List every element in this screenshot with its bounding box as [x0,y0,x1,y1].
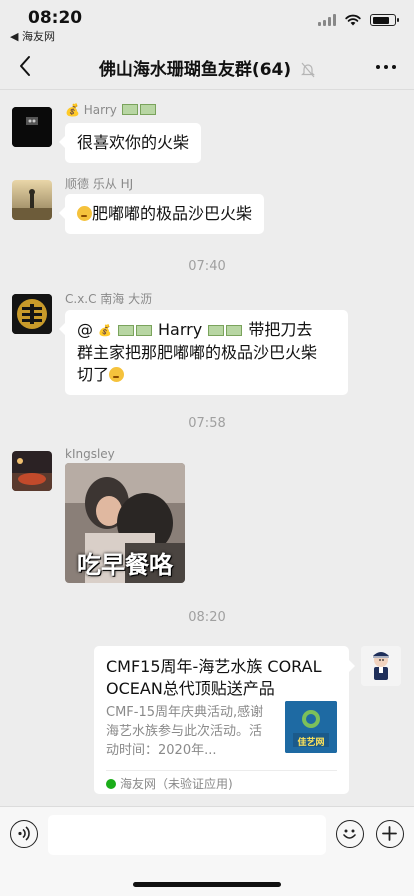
wifi-icon [345,14,361,26]
message-timestamp: 08:20 [188,610,226,625]
message-timestamp: 07:40 [188,259,226,274]
emoji-button[interactable] [336,820,364,848]
image-caption: 吃早餐咯 [77,551,173,579]
status-time: 08:20 [28,8,83,28]
share-card-source: 海友网（未验证应用) [106,775,233,792]
divider [106,770,337,771]
money-icon [121,104,138,115]
avatar-image [12,294,52,334]
dot-icon [392,65,396,69]
share-card[interactable]: CMF15周年-海艺水族 CORAL OCEAN总代顶贴送产品 CMF-15周年… [94,646,355,794]
home-indicator[interactable] [133,882,281,887]
signal-icon [318,14,336,26]
share-card-description: CMF-15周年庆典活动,感谢海艺水族参与此次活动。活动时间：2020年... [106,705,264,758]
mute-bell-icon [301,62,316,78]
avatar-image [12,180,52,220]
smirk-emoji-icon [109,367,125,382]
money-icon [226,325,243,336]
app-logo-icon [106,778,116,789]
more-functions-button[interactable] [376,820,404,848]
battery-icon [370,14,399,26]
back-to-app-link[interactable]: ◀ 海友网 [10,28,55,44]
money-icon [139,104,156,115]
message-timestamp: 07:58 [188,416,226,431]
chat-title: 佛山海水珊瑚鱼友群(64) [98,60,292,80]
message-bubble[interactable]: 很喜欢你的火柴 [58,123,202,163]
avatar[interactable] [12,107,52,147]
avatar[interactable] [12,294,52,334]
share-card-title: CMF15周年-海艺水族 CORAL OCEAN总代顶贴送产品 [106,657,322,698]
share-card-thumbnail: 佳艺网 [285,701,337,753]
status-bar: 08:20 ◀ 海友网 [0,0,414,44]
smiley-icon [343,829,356,839]
chat-header: 佛山海水珊瑚鱼友群(64) [0,44,414,90]
sender-name: C.x.C 南海 大沥 [65,292,153,306]
avatar-image [12,451,52,491]
sender-name: kIngsley [65,447,115,461]
avatar-image [361,646,401,686]
image-message[interactable]: 吃早餐咯 [65,463,185,583]
avatar[interactable] [361,646,401,686]
plus-icon [382,826,397,841]
voice-icon [18,826,30,841]
dot-icon [384,65,388,69]
thumbnail-text: 佳艺网 [297,738,325,748]
avatar-image [12,107,52,147]
sender-name: 顺德 乐从 HJ [65,177,134,191]
message-bubble[interactable]: @ 💰 Harry 带把刀去 群主家把那肥嘟嘟的极品沙巴火柴 切了 [59,310,348,395]
status-icons [318,14,399,26]
avatar[interactable] [12,180,52,220]
more-options-button[interactable] [372,54,400,80]
voice-input-button[interactable] [10,820,38,848]
money-icon [208,325,225,336]
mention[interactable]: Harry [158,320,202,339]
chat-title-row: 佛山海水珊瑚鱼友群(64) [0,55,414,80]
money-icon [117,325,134,336]
sender-name: 💰 Harry [65,103,157,117]
smirk-emoji-icon [77,206,92,221]
money-icon [135,325,152,336]
message-input[interactable] [48,815,326,855]
dot-icon [376,65,380,69]
message-bubble[interactable]: 肥嘟嘟的极品沙巴火柴 [58,194,265,234]
avatar[interactable] [12,451,52,491]
money-bag-icon: 💰 [98,324,112,337]
